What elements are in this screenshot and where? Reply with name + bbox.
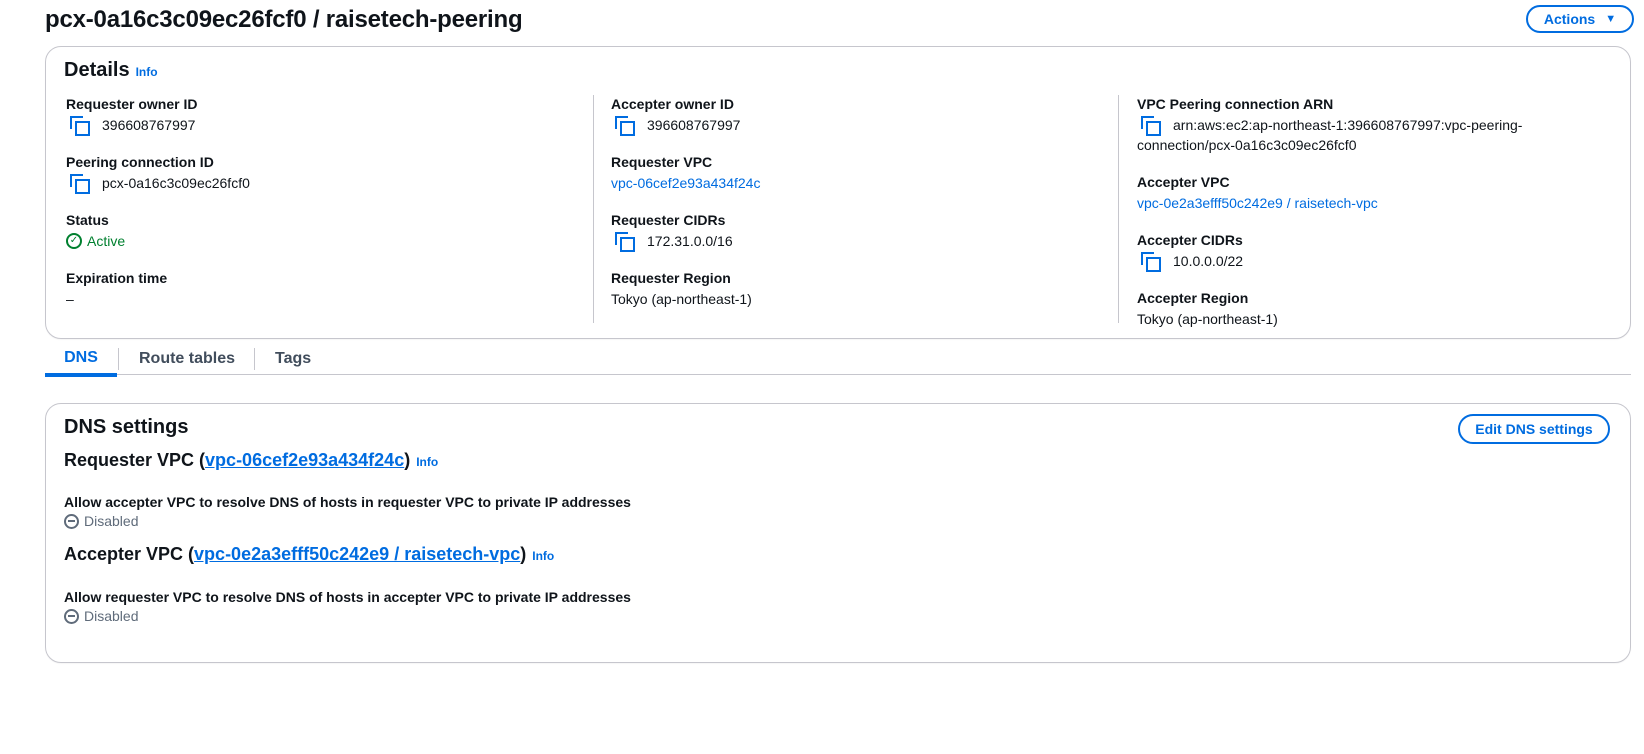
copy-icon[interactable] [615,232,635,252]
requester-dns-status: Disabled [84,513,139,529]
arn-value-line2: connection/pcx-0a16c3c09ec26fcf0 [1137,137,1357,153]
requester-region-value: Tokyo (ap-northeast-1) [611,291,752,307]
requester-region-label: Requester Region [611,270,731,286]
peering-connection-id-value: pcx-0a16c3c09ec26fcf0 [102,175,250,191]
arn-label: VPC Peering connection ARN [1137,96,1334,112]
accepter-region-label: Accepter Region [1137,290,1249,306]
peering-connection-id-label: Peering connection ID [66,154,214,170]
requester-cidrs-row: 172.31.0.0/16 [611,231,1093,252]
requester-cidrs-field: Requester CIDRs 172.31.0.0/16 [611,211,1093,252]
page-title: pcx-0a16c3c09ec26fcf0 / raisetech-peerin… [45,6,523,33]
accepter-vpc-field: Accepter VPC vpc-0e2a3efff50c242e9 / rai… [1137,173,1618,213]
details-title: Details [64,59,130,81]
accepter-cidrs-value: 10.0.0.0/22 [1173,253,1244,269]
details-panel: Details Info Requester owner ID 396608767… [45,46,1631,339]
tab-divider [254,348,255,370]
tab-dns[interactable]: DNS [45,343,117,377]
actions-button[interactable]: Actions ▼ [1526,5,1634,33]
requester-region-field: Requester Region Tokyo (ap-northeast-1) [611,269,1093,309]
status-field: Status ✓ Active [66,211,566,251]
requester-cidrs-value: 172.31.0.0/16 [647,233,733,249]
arn-field: VPC Peering connection ARN arn:aws:ec2:a… [1137,95,1618,155]
status-label: Status [66,212,109,228]
accepter-cidrs-field: Accepter CIDRs 10.0.0.0/22 [1137,231,1618,272]
copy-icon[interactable] [70,174,90,194]
accepter-region-value: Tokyo (ap-northeast-1) [1137,311,1278,327]
accepter-info-link[interactable]: Info [532,549,554,563]
accepter-vpc-suffix: ) [520,544,527,564]
tab-route-tables[interactable]: Route tables [139,343,235,375]
requester-vpc-suffix: ) [404,450,411,470]
accepter-vpc-dns-link[interactable]: vpc-0e2a3efff50c242e9 / raisetech-vpc [194,544,520,564]
accepter-vpc-link[interactable]: vpc-0e2a3efff50c242e9 / raisetech-vpc [1137,193,1618,213]
copy-icon[interactable] [615,116,635,136]
details-column-2: Accepter owner ID 396608767997 Requester… [593,95,1093,323]
tab-divider [118,348,119,370]
copy-icon[interactable] [1141,252,1161,272]
arn-value-line1: arn:aws:ec2:ap-northeast-1:396608767997:… [1173,117,1523,133]
requester-vpc-label: Requester VPC [611,154,713,170]
requester-vpc-dns-link[interactable]: vpc-06cef2e93a434f24c [205,450,404,470]
accepter-vpc-subheading: Accepter VPC (vpc-0e2a3efff50c242e9 / ra… [64,544,554,565]
requester-info-link[interactable]: Info [416,455,438,469]
arn-row: arn:aws:ec2:ap-northeast-1:396608767997:… [1137,115,1618,136]
peering-connection-id-field: Peering connection ID pcx-0a16c3c09ec26f… [66,153,566,194]
tab-bar: DNS Route tables Tags [45,343,1631,377]
status-value-row: ✓ Active [66,231,566,251]
requester-vpc-field: Requester VPC vpc-06cef2e93a434f24c [611,153,1093,193]
disabled-icon [64,608,79,624]
requester-owner-id-row: 396608767997 [66,115,566,136]
accepter-owner-id-value: 396608767997 [647,117,741,133]
expiration-time-value: – [66,291,74,307]
status-value: Active [87,233,126,249]
requester-cidrs-label: Requester CIDRs [611,212,726,228]
accepter-cidrs-row: 10.0.0.0/22 [1137,251,1618,272]
tab-tags[interactable]: Tags [275,343,311,375]
accepter-cidrs-label: Accepter CIDRs [1137,232,1243,248]
dns-settings-heading: DNS settings [64,416,189,438]
copy-icon[interactable] [1141,116,1161,136]
dns-settings-panel: DNS settings Requester VPC (vpc-06cef2e9… [45,403,1631,663]
details-column-1: Requester owner ID 396608767997 Peering … [66,95,566,327]
requester-owner-id-value: 396608767997 [102,117,196,133]
requester-dns-setting-value: Disabled [64,513,138,529]
disabled-icon [64,513,79,529]
requester-vpc-link[interactable]: vpc-06cef2e93a434f24c [611,173,1093,193]
accepter-owner-id-row: 396608767997 [611,115,1093,136]
accepter-dns-setting-value: Disabled [64,608,138,624]
expiration-time-field: Expiration time – [66,269,566,309]
accepter-vpc-prefix: Accepter VPC ( [64,544,195,564]
edit-dns-settings-button[interactable]: Edit DNS settings [1458,414,1610,444]
requester-vpc-prefix: Requester VPC ( [64,450,206,470]
accepter-owner-id-label: Accepter owner ID [611,96,734,112]
accepter-region-field: Accepter Region Tokyo (ap-northeast-1) [1137,289,1618,329]
requester-vpc-subheading: Requester VPC (vpc-06cef2e93a434f24c) Inf… [64,450,438,471]
accepter-vpc-label: Accepter VPC [1137,174,1230,190]
copy-icon[interactable] [70,116,90,136]
accepter-dns-setting-label: Allow requester VPC to resolve DNS of ho… [64,589,631,605]
caret-down-icon: ▼ [1605,13,1617,25]
details-column-3: VPC Peering connection ARN arn:aws:ec2:a… [1118,95,1618,327]
peering-connection-id-row: pcx-0a16c3c09ec26fcf0 [66,173,566,194]
expiration-time-label: Expiration time [66,270,168,286]
requester-dns-setting-label: Allow accepter VPC to resolve DNS of hos… [64,494,631,510]
check-circle-icon: ✓ [66,233,82,249]
details-heading: Details Info [64,59,158,82]
details-info-link[interactable]: Info [136,65,158,79]
requester-owner-id-label: Requester owner ID [66,96,198,112]
accepter-owner-id-field: Accepter owner ID 396608767997 [611,95,1093,136]
accepter-dns-status: Disabled [84,608,139,624]
actions-label: Actions [1543,11,1596,27]
requester-owner-id-field: Requester owner ID 396608767997 [66,95,566,136]
